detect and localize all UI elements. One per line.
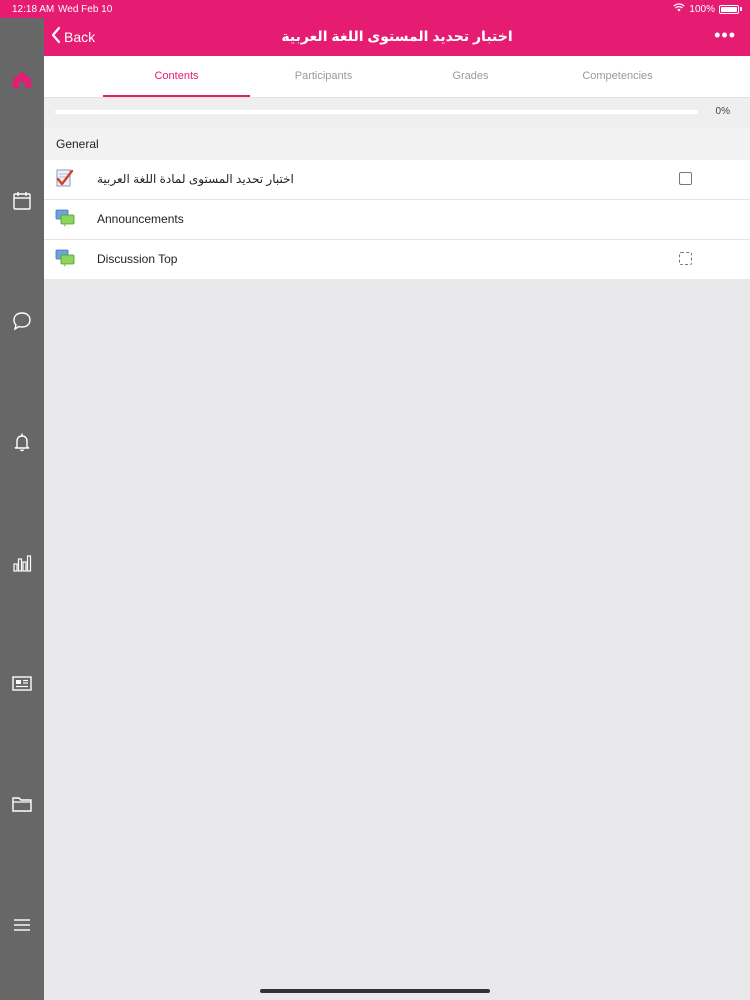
progress-label: 0% — [715, 106, 730, 117]
wifi-icon — [673, 3, 686, 15]
section-header: General — [44, 128, 750, 160]
quiz-icon — [55, 168, 75, 188]
more-options-button[interactable]: ••• — [714, 25, 736, 46]
status-time: 12:18 AM — [12, 4, 55, 15]
status-date: Wed Feb 10 — [58, 4, 113, 15]
home-indicator — [260, 989, 490, 993]
bar-chart-icon[interactable] — [10, 551, 34, 575]
item-label: اختبار تحديد المستوى لمادة اللغة العربية — [97, 172, 294, 186]
chat-icon[interactable] — [10, 309, 34, 333]
list-item[interactable]: Discussion Top — [44, 240, 750, 279]
list-item[interactable]: Announcements — [44, 200, 750, 240]
item-label: Announcements — [97, 212, 184, 226]
item-label: Discussion Top — [97, 252, 178, 266]
forum-icon — [55, 248, 75, 268]
newspaper-icon[interactable] — [10, 671, 34, 695]
chevron-left-icon — [50, 26, 62, 47]
list-item[interactable]: اختبار تحديد المستوى لمادة اللغة العربية — [44, 160, 750, 200]
calendar-icon[interactable] — [10, 189, 34, 213]
course-tabs: Contents Participants Grades Competencie… — [44, 56, 750, 98]
bell-icon[interactable] — [10, 430, 34, 454]
page-title: اختبار تحديد المستوى اللغة العربية — [281, 28, 513, 44]
back-label: Back — [64, 28, 96, 45]
completion-checkbox[interactable] — [679, 172, 692, 185]
forum-icon — [55, 208, 75, 228]
tab-grades[interactable]: Grades — [397, 56, 544, 97]
completion-checkbox-auto — [679, 252, 692, 265]
status-right: 100% — [673, 3, 742, 15]
battery-percent: 100% — [689, 3, 715, 15]
battery-icon — [719, 4, 739, 14]
nav-bar: Back اختبار تحديد المستوى اللغة العربية … — [44, 18, 750, 56]
course-progress: 0% — [44, 98, 750, 128]
tab-contents[interactable]: Contents — [103, 56, 250, 97]
sidebar — [0, 18, 44, 1000]
menu-icon[interactable] — [10, 913, 34, 937]
folder-icon[interactable] — [10, 792, 34, 816]
progress-bar — [55, 110, 698, 114]
activity-list: اختبار تحديد المستوى لمادة اللغة العربية… — [44, 160, 750, 279]
tab-participants[interactable]: Participants — [250, 56, 397, 97]
battery-cap — [740, 7, 742, 11]
status-bar: 12:18 AM Wed Feb 10 100% — [0, 0, 750, 18]
back-button[interactable]: Back — [50, 26, 95, 47]
tab-competencies[interactable]: Competencies — [544, 56, 691, 97]
home-icon[interactable] — [10, 68, 34, 92]
